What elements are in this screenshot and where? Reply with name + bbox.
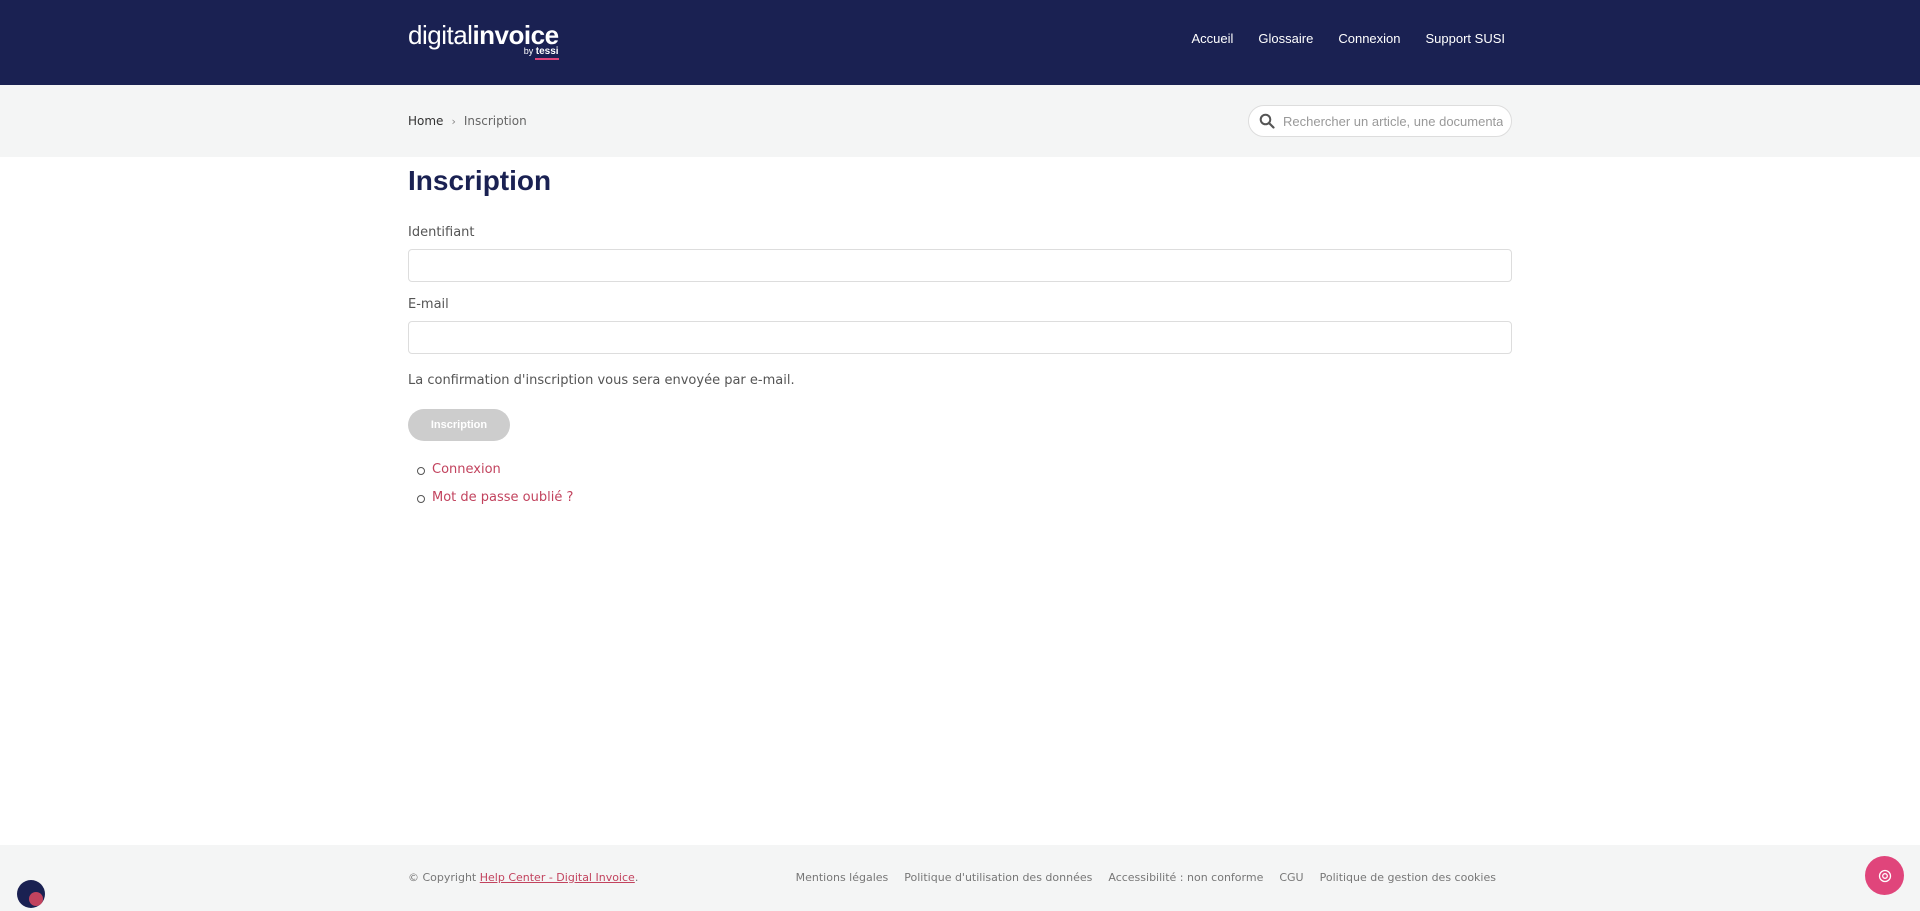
logo-by: by: [523, 46, 534, 56]
search-icon[interactable]: [1259, 113, 1275, 129]
username-field[interactable]: [408, 249, 1512, 282]
search-box[interactable]: [1248, 105, 1512, 137]
footer-link-accessibilite[interactable]: Accessibilité : non conforme: [1108, 871, 1263, 884]
footer: © Copyright Help Center - Digital Invoic…: [0, 845, 1920, 911]
breadcrumb-bar: Home › Inscription: [0, 85, 1920, 157]
copyright: © Copyright Help Center - Digital Invoic…: [408, 871, 638, 884]
breadcrumb-separator: ›: [451, 114, 456, 128]
top-navigation-bar: digitalinvoice by tessi Accueil Glossair…: [0, 0, 1920, 85]
username-label: Identifiant: [408, 225, 475, 240]
forgot-password-link[interactable]: Mot de passe oublié ?: [432, 490, 573, 505]
footer-link-cgu[interactable]: CGU: [1279, 871, 1303, 884]
list-item: Connexion: [416, 456, 573, 484]
nav-connexion[interactable]: Connexion: [1338, 31, 1400, 46]
confirmation-note: La confirmation d'inscription vous sera …: [408, 373, 795, 388]
email-label: E-mail: [408, 297, 449, 312]
nav-glossaire[interactable]: Glossaire: [1258, 31, 1313, 46]
breadcrumb-current: Inscription: [463, 114, 527, 128]
footer-links: Mentions légales Politique d'utilisation…: [796, 871, 1496, 884]
help-button[interactable]: [1865, 856, 1904, 895]
nav-accueil[interactable]: Accueil: [1192, 31, 1234, 46]
connexion-link[interactable]: Connexion: [432, 462, 501, 477]
auth-links: Connexion Mot de passe oublié ?: [416, 456, 573, 512]
footer-link-mentions-legales[interactable]: Mentions légales: [796, 871, 889, 884]
footer-link-politique-donnees[interactable]: Politique d'utilisation des données: [904, 871, 1092, 884]
cookie-settings-icon[interactable]: [17, 880, 45, 908]
page-title: Inscription: [408, 165, 552, 196]
email-field[interactable]: [408, 321, 1512, 354]
breadcrumb-home[interactable]: Home: [408, 114, 443, 128]
main-nav: Accueil Glossaire Connexion Support SUSI: [1192, 31, 1506, 46]
logo-word-light: digital: [408, 20, 473, 50]
copyright-suffix: .: [634, 871, 639, 884]
logo-brand: tessi: [535, 46, 559, 57]
digital-invoice-logo[interactable]: digitalinvoice by tessi: [408, 20, 559, 60]
list-item: Mot de passe oublié ?: [416, 484, 573, 512]
footer-link-cookies[interactable]: Politique de gestion des cookies: [1320, 871, 1496, 884]
breadcrumb: Home › Inscription: [408, 114, 527, 128]
help-center-link[interactable]: Help Center - Digital Invoice: [480, 871, 635, 884]
inscription-submit-button[interactable]: Inscription: [408, 409, 510, 441]
search-input[interactable]: [1283, 113, 1503, 129]
nav-support-susi[interactable]: Support SUSI: [1426, 31, 1506, 46]
copyright-prefix: © Copyright: [408, 871, 480, 884]
logo-underline: [534, 58, 559, 60]
help-icon: [1878, 869, 1892, 883]
logo-tagline: by tessi: [524, 46, 559, 60]
